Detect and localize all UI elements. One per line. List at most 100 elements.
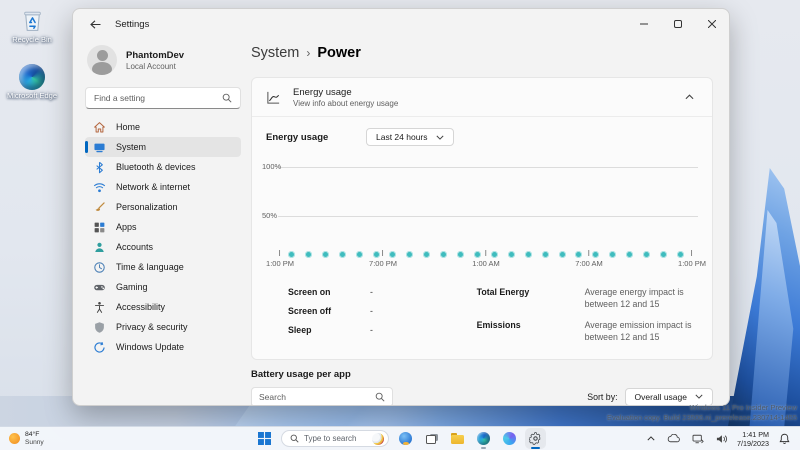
file-explorer-button[interactable] [448, 429, 467, 448]
sidebar-item-personalization[interactable]: Personalization [85, 197, 241, 217]
maximize-button[interactable] [661, 9, 695, 39]
clock[interactable]: 1:41 PM 7/19/2023 [737, 430, 769, 448]
stat-value: Average emission impact is between 12 an… [584, 319, 692, 342]
sidebar-item-accessibility[interactable]: Accessibility [85, 297, 241, 317]
back-button[interactable] [81, 13, 109, 35]
battery-usage-section: Battery usage per app Sort by: Overall u… [251, 369, 713, 405]
search-doodle-icon [372, 432, 384, 445]
settings-search-box[interactable] [85, 87, 241, 109]
weather-widget[interactable]: 84°F Sunny [0, 427, 53, 450]
gridline-100: 100% [262, 162, 698, 171]
maximize-icon [674, 20, 682, 28]
sidebar-item-label: Home [116, 122, 141, 132]
folder-icon [451, 433, 464, 444]
breadcrumb-separator: › [306, 46, 311, 60]
accessibility-icon [94, 301, 105, 313]
search-icon [290, 434, 299, 443]
breadcrumb-system[interactable]: System [251, 45, 299, 61]
collapse-button[interactable] [681, 90, 698, 104]
account-card[interactable]: PhantomDev Local Account [85, 41, 241, 85]
x-axis-tick: 1:00 PM [678, 250, 706, 268]
task-view-button[interactable] [422, 429, 441, 448]
edge-button[interactable] [474, 429, 493, 449]
gear-icon [529, 432, 541, 445]
x-axis-tick: 7:00 PM [369, 250, 397, 268]
page-title: Power [317, 45, 361, 61]
energy-usage-expander-header[interactable]: Energy usage View info about energy usag… [252, 78, 712, 117]
chevron-up-icon [647, 436, 655, 441]
watermark-line1: Windows 11 Pro Insider Preview [689, 403, 797, 412]
sidebar-item-home[interactable]: Home [85, 117, 241, 137]
minimize-button[interactable] [627, 9, 661, 39]
recycle-bin-icon [23, 11, 41, 31]
sidebar-item-label: Accounts [116, 242, 154, 252]
sidebar-item-gaming[interactable]: Gaming [85, 277, 241, 297]
sidebar-item-label: Accessibility [116, 302, 166, 312]
desktop-icon-label: Microsoft Edge [6, 91, 58, 100]
home-icon [94, 121, 105, 132]
accounts-icon [95, 242, 104, 252]
time-range-dropdown[interactable]: Last 24 hours [366, 128, 454, 146]
onedrive-button[interactable] [665, 432, 682, 445]
stat-value: - [370, 325, 373, 335]
stat-label: Total Energy [476, 287, 530, 297]
x-axis-tick: 1:00 PM [266, 250, 294, 268]
stat-label: Screen off [288, 306, 332, 316]
settings-window: Settings PhantomDev Local Account Find a… [72, 8, 730, 406]
time-language-icon [94, 261, 105, 273]
taskbar-search-box[interactable]: Type to search [281, 430, 389, 447]
app-search-input[interactable] [259, 391, 375, 402]
desktop-icon-microsoft-edge[interactable]: Microsoft Edge [4, 64, 60, 101]
network-tray-button[interactable] [690, 432, 706, 446]
gridline-50: 50% [262, 211, 698, 220]
cloud-icon [667, 434, 680, 443]
personalization-icon [95, 201, 105, 211]
stat-screen-on: Screen on - [288, 287, 477, 297]
volume-button[interactable] [714, 432, 729, 446]
sidebar-item-accounts[interactable]: Accounts [85, 237, 241, 257]
screen-stats-column: Screen on - Screen off - Sleep - [288, 287, 477, 344]
system-icon [94, 143, 105, 152]
speaker-icon [716, 434, 728, 443]
stat-emissions: Emissions Average emission impact is bet… [477, 320, 698, 344]
sidebar-item-apps[interactable]: Apps [85, 217, 241, 237]
bell-icon [779, 433, 790, 444]
sidebar-item-label: Windows Update [116, 342, 185, 352]
app-search-box[interactable] [251, 387, 393, 405]
sidebar-item-time-language[interactable]: Time & language [85, 257, 241, 277]
close-button[interactable] [695, 9, 729, 39]
settings-button[interactable] [526, 429, 545, 449]
sidebar-item-label: System [116, 142, 147, 152]
loop-app-button[interactable] [500, 429, 519, 448]
stat-label: Emissions [476, 319, 521, 330]
energy-range-row: Energy usage Last 24 hours [252, 117, 712, 157]
sidebar-item-bluetooth-devices[interactable]: Bluetooth & devices [85, 157, 241, 177]
x-axis-tick: 7:00 AM [575, 250, 603, 268]
window-title: Settings [115, 18, 150, 30]
hidden-icons-button[interactable] [645, 434, 657, 443]
taskbar-center: Type to search [255, 427, 545, 450]
stat-value: - [370, 306, 373, 316]
desktop-icon-recycle-bin[interactable]: Recycle Bin [4, 7, 60, 45]
y-axis-label-50: 50% [262, 211, 278, 220]
copilot-button[interactable] [396, 429, 415, 448]
stat-sleep: Sleep - [288, 325, 477, 335]
sidebar-item-privacy-security[interactable]: Privacy & security [85, 317, 241, 337]
start-button[interactable] [255, 429, 274, 448]
sort-by-label: Sort by: [587, 391, 618, 402]
sidebar-item-label: Personalization [116, 202, 178, 212]
settings-search-input[interactable] [94, 93, 222, 103]
chevron-down-icon [435, 135, 444, 140]
sidebar-item-system[interactable]: System [85, 137, 241, 157]
watermark-line2: Evaluation copy. Build 23506.ni_prerelea… [606, 413, 797, 423]
notifications-button[interactable] [777, 431, 792, 446]
stat-label: Screen on [288, 287, 331, 297]
sidebar-item-network-internet[interactable]: Network & internet [85, 177, 241, 197]
loop-icon [503, 432, 516, 445]
sidebar-item-windows-update[interactable]: Windows Update [85, 337, 241, 357]
sidebar-nav: Home System Bluetooth & devices Network … [85, 117, 241, 357]
gaming-icon [94, 284, 105, 290]
windows-logo-icon [258, 432, 271, 445]
search-icon [222, 93, 232, 103]
close-icon [708, 20, 716, 28]
